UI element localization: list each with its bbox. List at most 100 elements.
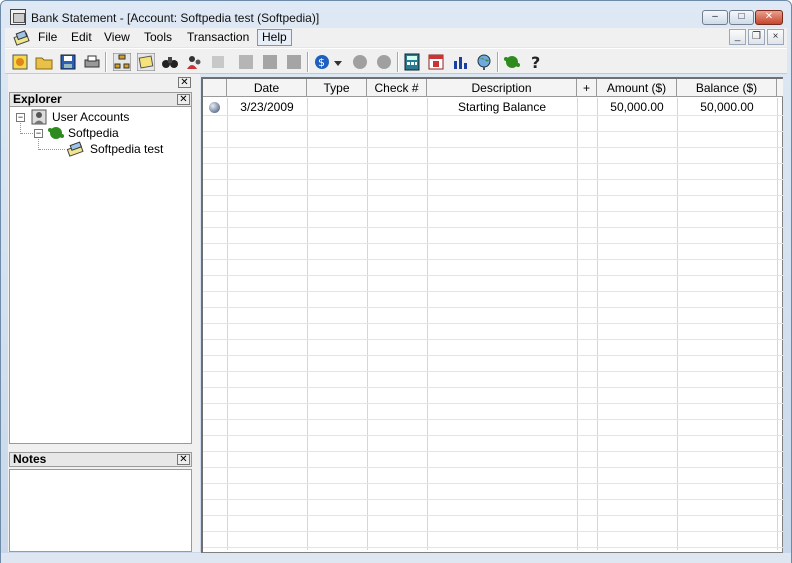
grid-line xyxy=(203,339,783,340)
maximize-button[interactable]: □ xyxy=(729,10,754,25)
cell-amount[interactable]: 50,000.00 xyxy=(597,99,677,115)
menu-view[interactable]: View xyxy=(101,30,133,45)
globe-icon[interactable] xyxy=(475,53,493,71)
grid-line xyxy=(203,259,783,260)
grid-line xyxy=(203,115,783,116)
account-book-icon[interactable] xyxy=(13,29,31,46)
account-book-icon xyxy=(66,141,84,157)
notes-title: Notes xyxy=(13,452,47,466)
dropdown-icon[interactable] xyxy=(333,53,343,71)
pane-close-button[interactable]: ✕ xyxy=(178,77,191,88)
column-header-description[interactable]: Description xyxy=(427,79,577,97)
grid-line xyxy=(203,515,783,516)
menu-bar: File Edit View Tools Transaction Help _ … xyxy=(5,28,787,47)
explorer-tree: − User Accounts − Softpedia Softpedia te… xyxy=(9,106,192,444)
column-header-date[interactable]: Date xyxy=(227,79,307,97)
grid-line xyxy=(203,275,783,276)
notes-close-button[interactable]: ✕ xyxy=(177,454,190,465)
toolbar-separator xyxy=(105,52,107,72)
tree-label-softpedia-test: Softpedia test xyxy=(90,142,164,156)
column-header-flag[interactable]: + xyxy=(577,79,597,97)
disabled-icon xyxy=(263,55,277,69)
notes-area[interactable] xyxy=(9,469,192,552)
find-icon[interactable] xyxy=(161,53,179,71)
menu-help[interactable]: Help xyxy=(257,29,292,46)
users-icon[interactable] xyxy=(185,53,203,71)
grid-line xyxy=(203,547,783,548)
column-header-type[interactable]: Type xyxy=(307,79,367,97)
toolbar-separator xyxy=(307,52,309,72)
toolbar: $ ? xyxy=(5,48,787,74)
disabled-icon xyxy=(287,55,301,69)
disabled-icon xyxy=(239,55,253,69)
column-header-check[interactable]: Check # xyxy=(367,79,427,97)
grid-line xyxy=(203,371,783,372)
title-bar[interactable]: Bank Statement - [Account: Softpedia tes… xyxy=(1,1,791,29)
calculator-icon[interactable] xyxy=(403,53,421,71)
disabled-circle-icon xyxy=(377,55,391,69)
open-folder-icon[interactable] xyxy=(35,53,53,71)
explorer-close-button[interactable]: ✕ xyxy=(177,94,190,105)
left-pane: ✕ Explorer ✕ − User Accounts − Softpedia xyxy=(8,74,193,552)
notes-header: Notes ✕ xyxy=(9,452,192,467)
collapse-toggle[interactable]: − xyxy=(34,129,43,138)
window-title: Bank Statement - [Account: Softpedia tes… xyxy=(31,11,320,25)
grid-line xyxy=(203,131,783,132)
svg-text:$: $ xyxy=(318,56,325,69)
notes-icon[interactable] xyxy=(137,53,155,71)
help-icon[interactable]: ? xyxy=(527,53,545,71)
menu-file[interactable]: File xyxy=(35,30,60,45)
grid-line xyxy=(203,387,783,388)
grid-header: Date Type Check # Description + Amount (… xyxy=(203,79,783,97)
cell-description[interactable]: Starting Balance xyxy=(427,99,577,115)
cell-date[interactable]: 3/23/2009 xyxy=(227,99,307,115)
mdi-restore-button[interactable]: ❐ xyxy=(748,29,765,45)
cell-balance[interactable]: 50,000.00 xyxy=(677,99,777,115)
transfer-icon[interactable]: $ xyxy=(313,53,331,71)
turtle-icon[interactable] xyxy=(503,53,521,71)
grid-line xyxy=(203,163,783,164)
minimize-button[interactable]: – xyxy=(702,10,728,25)
print-icon[interactable] xyxy=(83,53,101,71)
chart-icon[interactable] xyxy=(451,53,469,71)
transaction-grid: Date Type Check # Description + Amount (… xyxy=(201,77,783,553)
mdi-close-button[interactable]: × xyxy=(767,29,784,45)
grid-line xyxy=(203,531,783,532)
grid-line xyxy=(203,307,783,308)
calendar-icon[interactable] xyxy=(427,53,445,71)
status-bar xyxy=(1,553,791,563)
grid-line xyxy=(203,291,783,292)
tree-line xyxy=(21,133,35,134)
toolbar-separator xyxy=(397,52,399,72)
menu-edit[interactable]: Edit xyxy=(68,30,95,45)
grid-line xyxy=(203,227,783,228)
grid-line xyxy=(203,403,783,404)
user-accounts-icon xyxy=(31,109,47,125)
save-icon[interactable] xyxy=(59,53,77,71)
tree-line xyxy=(39,149,65,150)
grid-line xyxy=(203,435,783,436)
grid-line xyxy=(203,451,783,452)
grid-line xyxy=(203,179,783,180)
pane-splitter[interactable] xyxy=(193,74,200,552)
collapse-toggle[interactable]: − xyxy=(16,113,25,122)
disabled-circle-icon xyxy=(353,55,367,69)
disabled-icon xyxy=(212,56,224,68)
grid-line xyxy=(203,419,783,420)
grid-line xyxy=(203,243,783,244)
tree-label-softpedia: Softpedia xyxy=(68,126,119,140)
row-indicator-icon xyxy=(209,102,220,113)
new-icon[interactable] xyxy=(11,53,29,71)
column-header-amount[interactable]: Amount ($) xyxy=(597,79,677,97)
grid-line xyxy=(203,323,783,324)
column-header-indicator[interactable] xyxy=(203,79,227,97)
tree-view-icon[interactable] xyxy=(113,53,131,71)
mdi-minimize-button[interactable]: _ xyxy=(729,29,746,45)
menu-transaction[interactable]: Transaction xyxy=(184,30,252,45)
turtle-icon xyxy=(48,127,64,139)
tree-label-user-accounts: User Accounts xyxy=(52,110,130,124)
grid-line xyxy=(203,355,783,356)
column-header-balance[interactable]: Balance ($) xyxy=(677,79,777,97)
menu-tools[interactable]: Tools xyxy=(141,30,175,45)
close-button[interactable]: ✕ xyxy=(755,10,783,25)
